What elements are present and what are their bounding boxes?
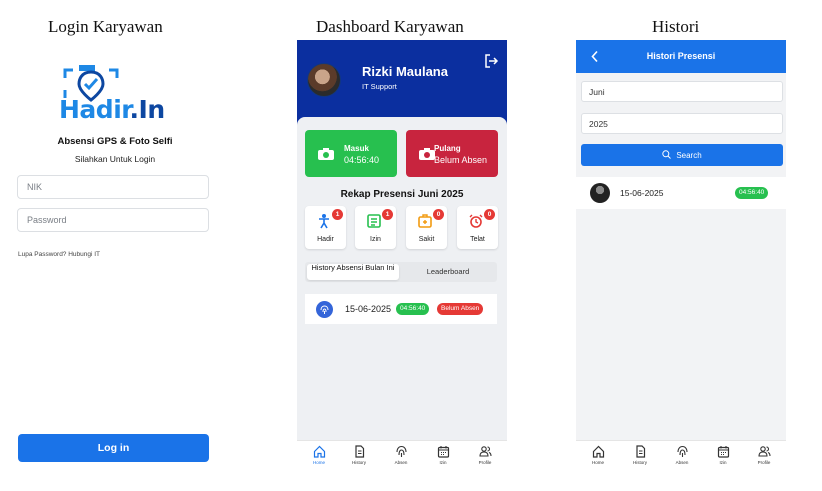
- status-badge-in: 04:56:40: [735, 187, 769, 199]
- logo-wordmark: Hadir.In: [59, 95, 165, 124]
- stat-badge: 1: [332, 209, 343, 220]
- stat-badge: 0: [484, 209, 495, 220]
- nav-izin[interactable]: Izin: [705, 445, 741, 465]
- histori-screen: Histori Presensi Search 15-06-2025 04:56…: [576, 40, 786, 470]
- month-field[interactable]: [581, 81, 783, 102]
- nav-label: Absen: [675, 460, 689, 465]
- file-icon: [354, 445, 364, 458]
- nav-absen[interactable]: Absen: [383, 445, 419, 465]
- tab-history-bulan-ini[interactable]: History Absensi Bulan Ini: [307, 264, 399, 280]
- calendar-icon: [437, 446, 449, 458]
- nav-profile[interactable]: Profile: [746, 445, 782, 465]
- nav-label: Profile: [478, 460, 492, 465]
- rekap-title: Rekap Presensi Juni 2025: [340, 189, 464, 200]
- nav-label: Home: [591, 460, 604, 465]
- stat-telat[interactable]: 0 Telat: [457, 206, 498, 249]
- dashboard-screen: Rizki Maulana IT Support Masuk 04:56:40 …: [297, 40, 507, 470]
- forgot-password-link[interactable]: Lupa Password? Hubungi IT: [18, 251, 100, 258]
- avatar: [590, 183, 610, 203]
- stat-hadir[interactable]: 1 Hadir: [305, 206, 346, 249]
- nav-home[interactable]: Home: [580, 445, 616, 465]
- fingerprint-icon: [320, 305, 329, 314]
- fingerprint-icon: [395, 445, 407, 457]
- stat-badge: 0: [433, 209, 444, 220]
- page-title: Histori Presensi: [646, 51, 716, 61]
- search-button[interactable]: Search: [581, 144, 783, 166]
- bottom-nav: Home History Absen Izin Profile: [576, 440, 786, 470]
- nav-label: History: [351, 460, 366, 465]
- login-caption: Login Karyawan: [48, 17, 163, 36]
- nav-absen[interactable]: Absen: [664, 445, 700, 465]
- user-role: IT Support: [362, 82, 397, 91]
- person-icon: [319, 214, 329, 229]
- home-icon: [313, 445, 325, 458]
- history-date: 15-06-2025: [620, 188, 664, 198]
- login-prompt: Silahkan Untuk Login: [74, 154, 156, 164]
- nik-field[interactable]: [17, 175, 209, 199]
- stat-sakit[interactable]: 0 Sakit: [406, 206, 447, 249]
- home-icon: [592, 445, 604, 458]
- avatar[interactable]: [307, 63, 341, 97]
- users-icon: [757, 446, 771, 457]
- dashboard-body: Masuk 04:56:40 Pulang Belum Absen Rekap …: [297, 117, 507, 447]
- logout-icon[interactable]: [483, 53, 499, 69]
- medical-kit-icon: [418, 214, 432, 228]
- nav-profile[interactable]: Profile: [467, 445, 503, 465]
- dashboard-header: Rizki Maulana IT Support: [297, 40, 507, 126]
- search-label: Search: [676, 151, 702, 160]
- nav-label: Izin: [439, 460, 447, 465]
- histori-header: Histori Presensi: [576, 40, 786, 73]
- password-field[interactable]: [17, 208, 209, 232]
- masuk-card[interactable]: Masuk 04:56:40: [305, 130, 397, 177]
- stat-label: Izin: [370, 236, 381, 243]
- history-date: 15-06-2025: [345, 304, 392, 314]
- nav-home[interactable]: Home: [301, 445, 337, 465]
- nav-label: Absen: [394, 460, 408, 465]
- alarm-icon: [469, 214, 483, 228]
- tab-leaderboard[interactable]: Leaderboard: [401, 264, 495, 280]
- list-item[interactable]: 15-06-2025 04:56:40 Belum Absen: [305, 294, 497, 324]
- masuk-label: Masuk: [344, 144, 369, 153]
- year-field[interactable]: [581, 113, 783, 134]
- pulang-card[interactable]: Pulang Belum Absen: [406, 130, 498, 177]
- login-button[interactable]: Log in: [18, 434, 209, 462]
- masuk-time: 04:56:40: [344, 155, 380, 165]
- nav-label: History: [632, 460, 647, 465]
- status-badge-in: 04:56:40: [396, 303, 430, 315]
- nav-label: Izin: [719, 460, 727, 465]
- stat-label: Hadir: [317, 236, 334, 243]
- fingerprint-badge: [316, 301, 333, 318]
- stat-badge: 1: [382, 209, 393, 220]
- login-screen: Hadir.In Absensi GPS & Foto Selfi Silahk…: [10, 40, 220, 470]
- stat-label: Sakit: [418, 236, 435, 243]
- fingerprint-icon: [676, 445, 688, 457]
- stat-label: Telat: [470, 236, 485, 243]
- app-subtitle: Absensi GPS & Foto Selfi: [57, 136, 173, 147]
- nav-label: Profile: [757, 460, 771, 465]
- search-icon: [662, 150, 672, 159]
- history-tabs: History Absensi Bulan Ini Leaderboard: [305, 262, 497, 282]
- bottom-nav: Home History Absen Izin Profile: [297, 440, 507, 470]
- stat-izin[interactable]: 1 Izin: [355, 206, 396, 249]
- nav-label: Home: [312, 460, 325, 465]
- camera-icon: [318, 148, 334, 160]
- users-icon: [478, 446, 492, 457]
- status-badge-out: Belum Absen: [437, 303, 484, 315]
- pulang-label: Pulang: [434, 144, 461, 153]
- dashboard-caption: Dashboard Karyawan: [316, 17, 464, 36]
- nav-history[interactable]: History: [622, 445, 658, 465]
- list-item[interactable]: 15-06-2025 04:56:40: [576, 177, 786, 209]
- file-icon: [635, 445, 645, 458]
- pulang-status: Belum Absen: [434, 155, 488, 165]
- calendar-icon: [717, 446, 729, 458]
- nav-history[interactable]: History: [341, 445, 377, 465]
- nav-izin[interactable]: Izin: [425, 445, 461, 465]
- histori-caption: Histori: [652, 17, 700, 36]
- user-name: Rizki Maulana: [362, 64, 448, 79]
- document-icon: [367, 214, 381, 228]
